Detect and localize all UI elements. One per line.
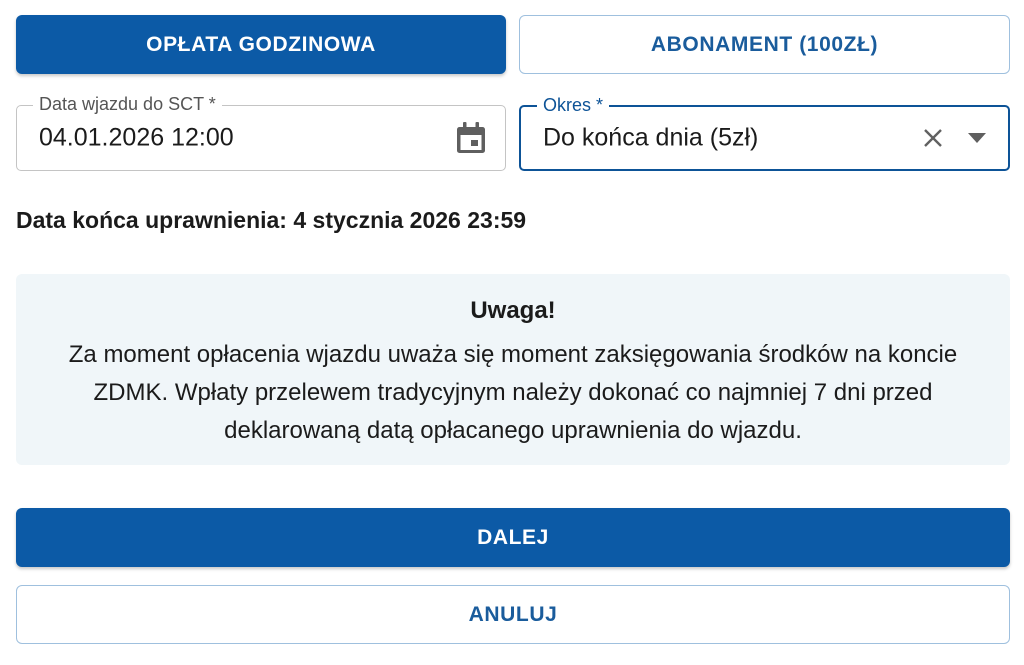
period-select[interactable]: Okres * Do końca dnia (5zł) — [519, 94, 1010, 171]
caret-down-icon[interactable] — [968, 133, 986, 143]
tab-hourly-fee[interactable]: OPŁATA GODZINOWA — [16, 15, 506, 74]
permission-end-date: Data końca uprawnienia: 4 stycznia 2026 … — [16, 207, 527, 233]
notice-body: Za moment opłacenia wjazdu uważa się mom… — [68, 341, 958, 444]
close-icon[interactable] — [922, 127, 944, 149]
parking-payment-form: OPŁATA GODZINOWA ABONAMENT (100ZŁ) Data … — [0, 0, 1024, 665]
notice-box: Uwaga! Za moment opłacenia wjazdu uważa … — [16, 274, 1010, 465]
notice-title: Uwaga! — [470, 297, 556, 324]
entry-date-label: Data wjazdu do SCT * — [33, 93, 222, 115]
period-label: Okres * — [537, 94, 610, 116]
calendar-icon[interactable] — [455, 121, 487, 155]
tab-subscription[interactable]: ABONAMENT (100ZŁ) — [519, 15, 1010, 74]
next-button[interactable]: DALEJ — [16, 508, 1010, 567]
period-value: Do końca dnia (5zł) — [543, 123, 759, 152]
entry-date-value[interactable]: 04.01.2026 12:00 — [39, 124, 234, 153]
cancel-button[interactable]: ANULUJ — [16, 585, 1010, 644]
entry-date-field[interactable]: Data wjazdu do SCT * 04.01.2026 12:00 — [16, 93, 506, 171]
